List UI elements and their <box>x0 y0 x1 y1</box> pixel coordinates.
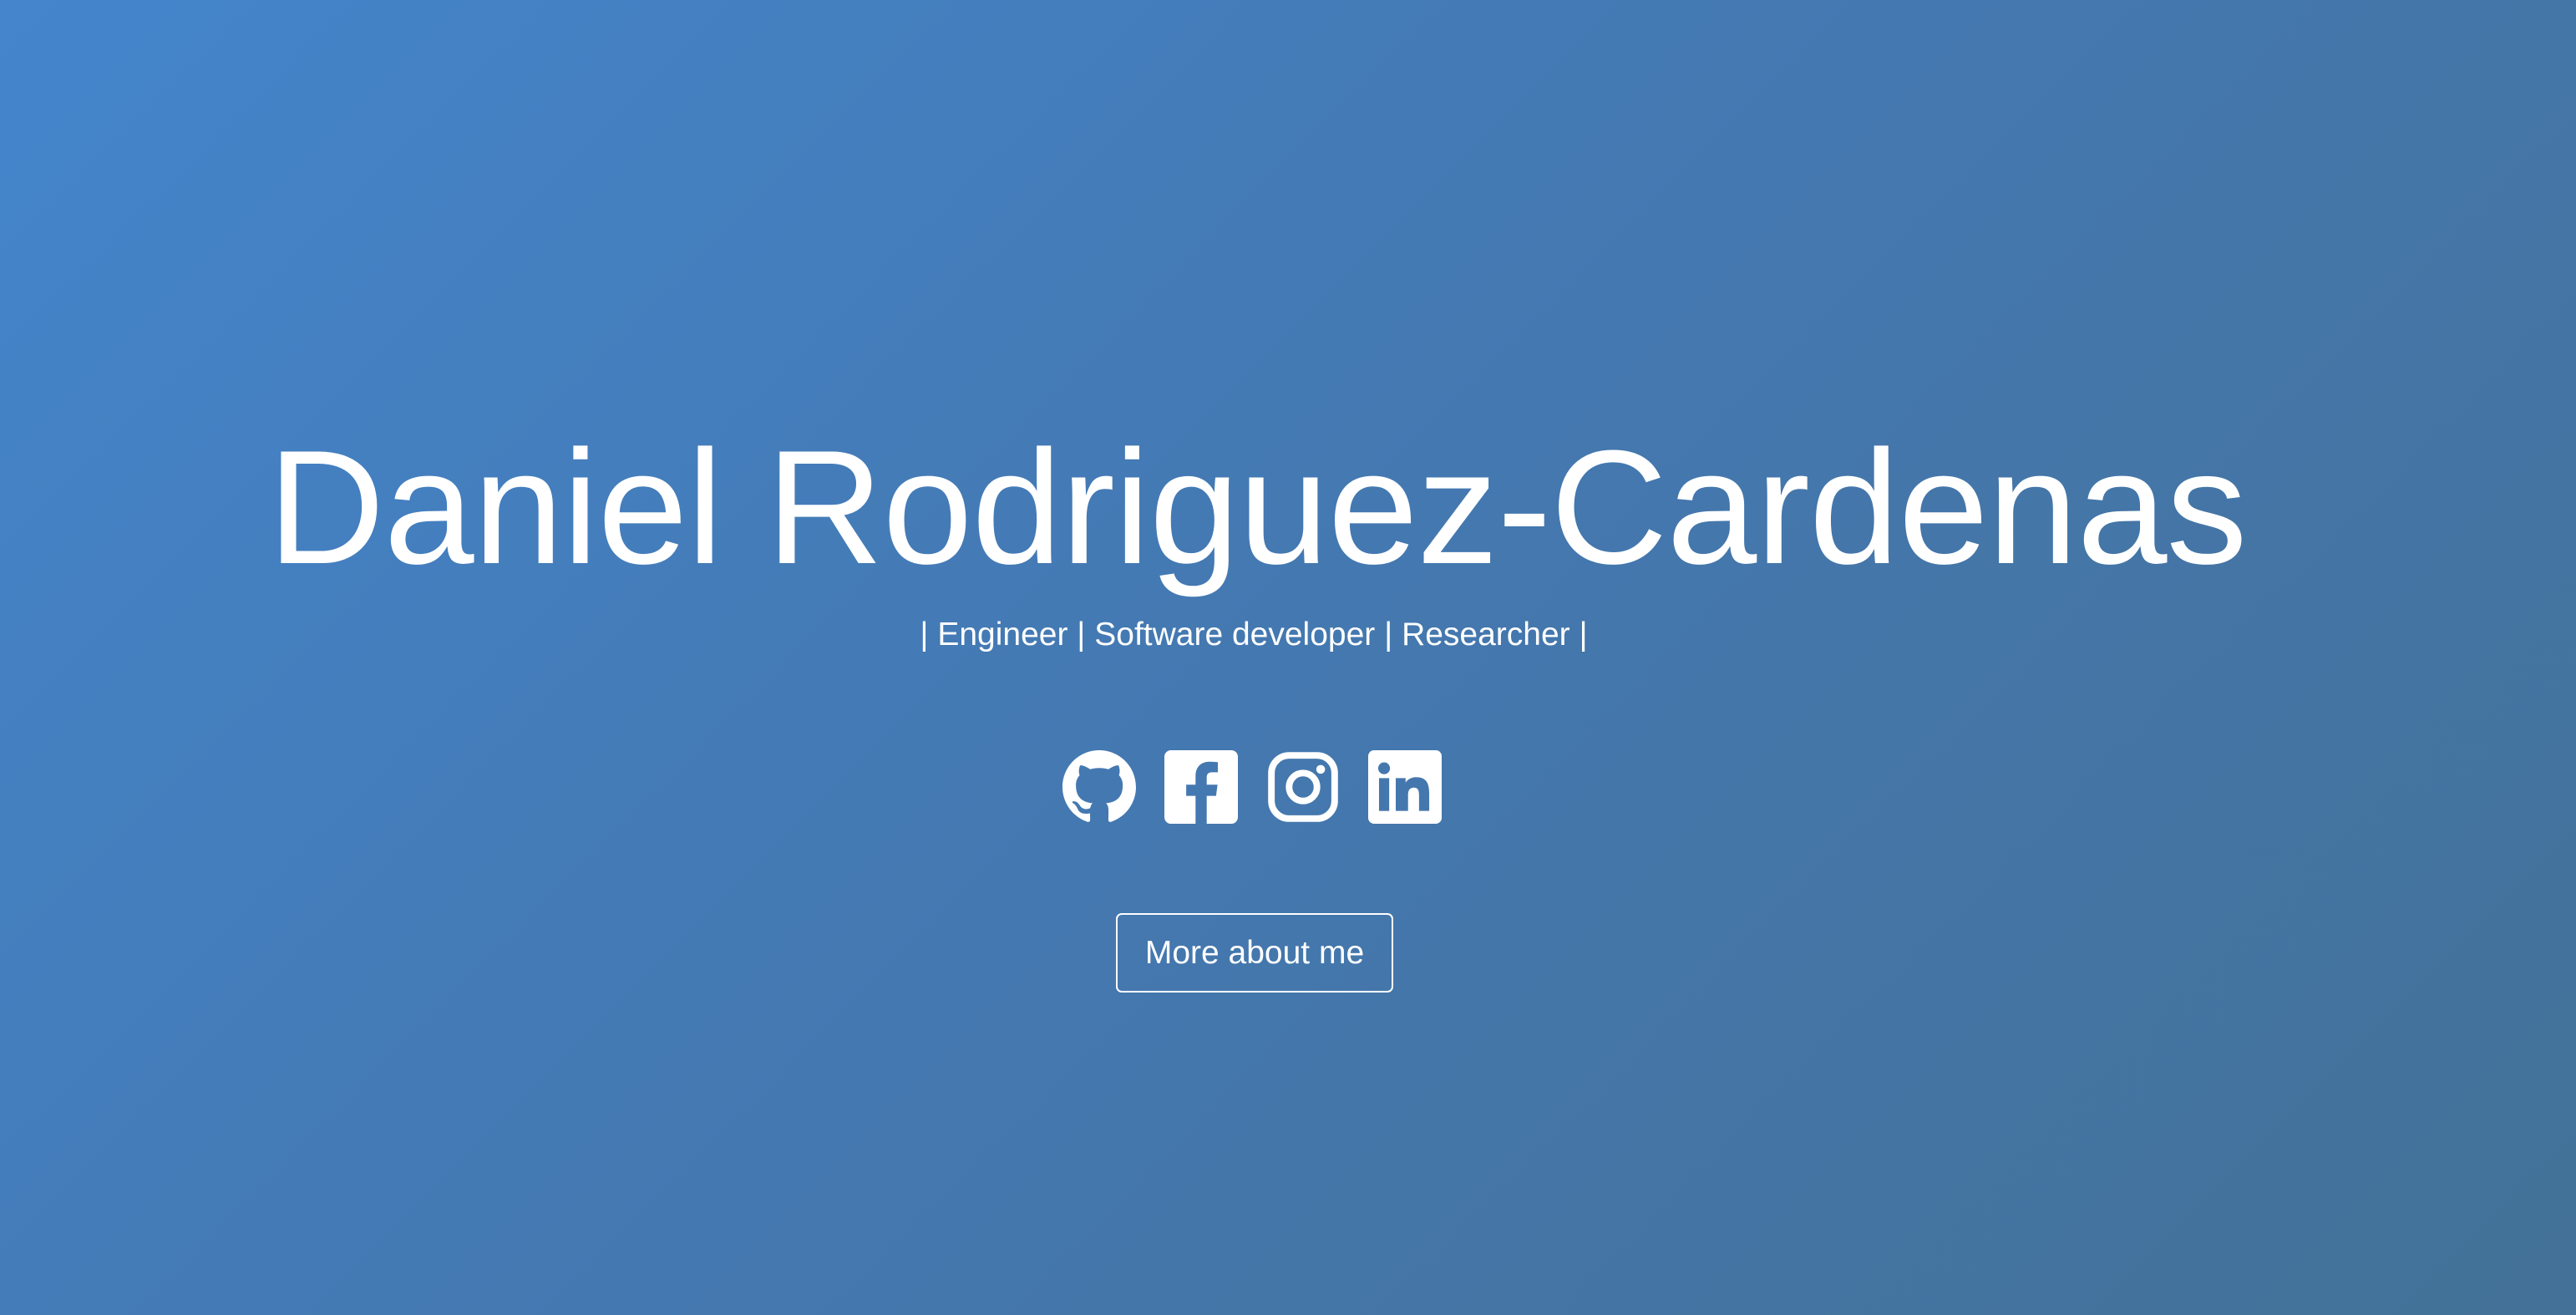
social-links <box>1062 747 1442 827</box>
linkedin-icon <box>1368 750 1442 824</box>
github-link[interactable] <box>1062 750 1136 824</box>
instagram-icon <box>1268 752 1338 822</box>
more-about-me-button[interactable]: More about me <box>1116 913 1393 993</box>
hero-section: Daniel Rodriguez-Cardenas | Engineer | S… <box>0 0 2576 1315</box>
page-title: Daniel Rodriguez-Cardenas <box>267 417 2248 598</box>
tagline: | Engineer | Software developer | Resear… <box>920 617 1588 652</box>
instagram-link[interactable] <box>1266 750 1340 824</box>
linkedin-link[interactable] <box>1368 750 1442 824</box>
facebook-icon <box>1164 750 1238 824</box>
facebook-link[interactable] <box>1164 750 1238 824</box>
github-icon <box>1062 750 1136 822</box>
